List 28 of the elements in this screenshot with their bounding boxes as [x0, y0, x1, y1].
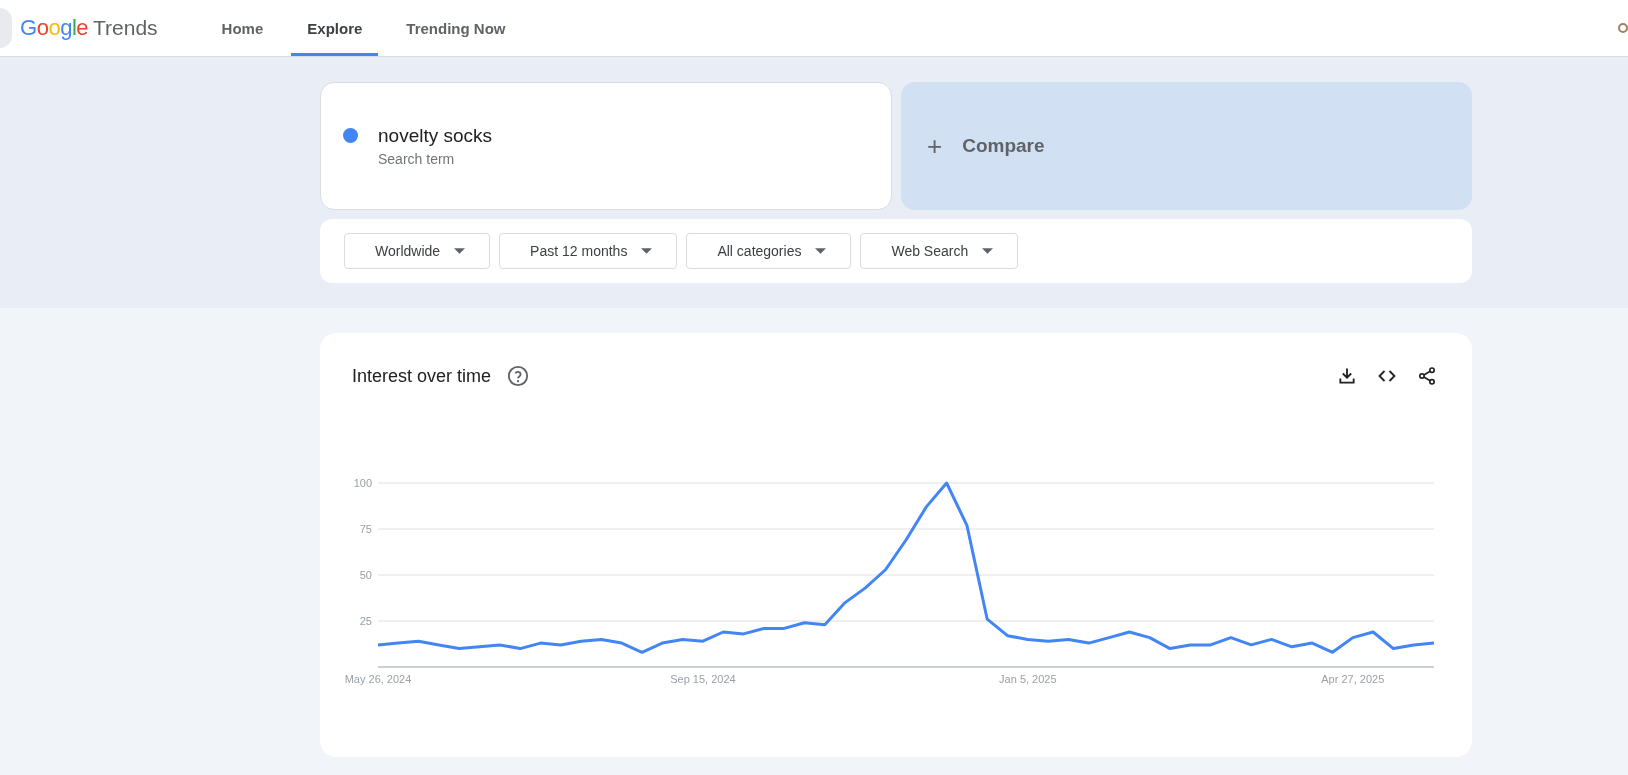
search-term-card[interactable]: novelty socks Search term: [320, 82, 892, 210]
compare-button[interactable]: + Compare: [901, 82, 1472, 210]
card-title: Interest over time: [352, 365, 492, 387]
logo-wordmark: Google: [20, 15, 88, 41]
caret-icon: [982, 248, 994, 254]
nav-tab[interactable]: Trending Now: [390, 0, 522, 56]
nav-tab[interactable]: Home: [205, 0, 280, 56]
x-tick-label: May 26, 2024: [344, 673, 412, 685]
search-term: novelty socks: [378, 125, 493, 147]
caret-icon: [454, 248, 466, 254]
y-tick-label: 75: [359, 523, 372, 535]
filter-dropdown[interactable]: Worldwide: [344, 233, 491, 269]
caret-icon: [641, 248, 653, 254]
filter-dropdown[interactable]: Web Search: [860, 233, 1019, 269]
term-type: Search term: [378, 151, 456, 167]
caret-icon: [815, 248, 827, 254]
x-tick-label: Jan 5, 2025: [999, 673, 1057, 685]
x-tick-label: Apr 27, 2025: [1321, 673, 1385, 685]
filter-dropdown[interactable]: Past 12 months: [499, 233, 678, 269]
product-name: Trends: [93, 16, 158, 40]
y-tick-label: 100: [353, 477, 372, 489]
filter-dropdown[interactable]: All categories: [686, 233, 852, 269]
x-tick-label: Sep 15, 2024: [670, 673, 736, 685]
account-icon[interactable]: [1618, 23, 1628, 33]
help-icon[interactable]: [507, 365, 530, 387]
logo[interactable]: Google Trends: [20, 15, 158, 41]
y-tick-label: 50: [359, 569, 372, 581]
y-tick-label: 25: [359, 615, 372, 627]
